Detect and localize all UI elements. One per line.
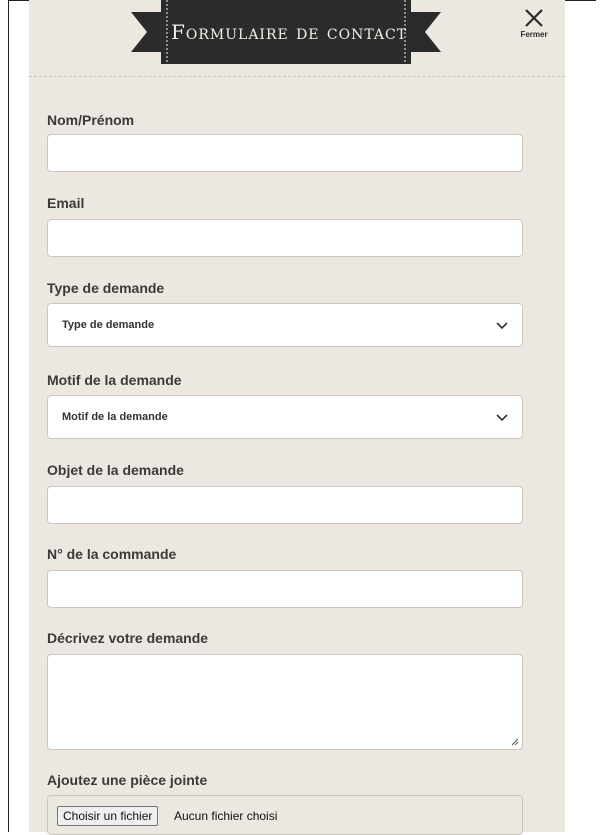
email-label: Email [47, 195, 85, 211]
order-number-field[interactable] [47, 570, 523, 608]
choose-file-button[interactable]: Choisir un fichier [57, 806, 159, 826]
reason-select[interactable]: Motif de la demande [47, 395, 523, 439]
resize-handle-icon[interactable] [511, 738, 519, 746]
subject-field[interactable] [47, 486, 523, 524]
chevron-down-icon [496, 414, 508, 422]
close-button[interactable]: Fermer [509, 6, 559, 50]
frame-top-line [568, 0, 596, 1]
file-input[interactable]: Choisir un fichier Aucun fichier choisi [47, 795, 523, 835]
page-title: Formulaire de contact [171, 20, 408, 44]
title-banner: Formulaire de contact [131, 0, 441, 66]
chevron-down-icon [496, 322, 508, 330]
name-label: Nom/Prénom [47, 112, 135, 128]
name-field[interactable] [47, 134, 523, 172]
attachment-label: Ajoutez une pièce jointe [47, 772, 208, 788]
email-field[interactable] [47, 219, 523, 257]
file-status: Aucun fichier choisi [174, 809, 278, 823]
form-header: Formulaire de contact Fermer [29, 0, 565, 77]
order-number-label: N° de la commande [47, 546, 177, 562]
request-type-label: Type de demande [47, 280, 165, 296]
close-icon [525, 9, 543, 27]
reason-label: Motif de la demande [47, 372, 182, 388]
subject-label: Objet de la demande [47, 462, 184, 478]
reason-selected: Motif de la demande [62, 411, 168, 423]
request-type-selected: Type de demande [62, 319, 155, 331]
request-type-select[interactable]: Type de demande [47, 303, 523, 347]
close-label: Fermer [520, 30, 548, 39]
description-textarea[interactable] [47, 654, 523, 750]
contact-form-panel: Formulaire de contact Fermer Nom/Prénom … [29, 0, 565, 835]
description-label: Décrivez votre demande [47, 630, 209, 646]
